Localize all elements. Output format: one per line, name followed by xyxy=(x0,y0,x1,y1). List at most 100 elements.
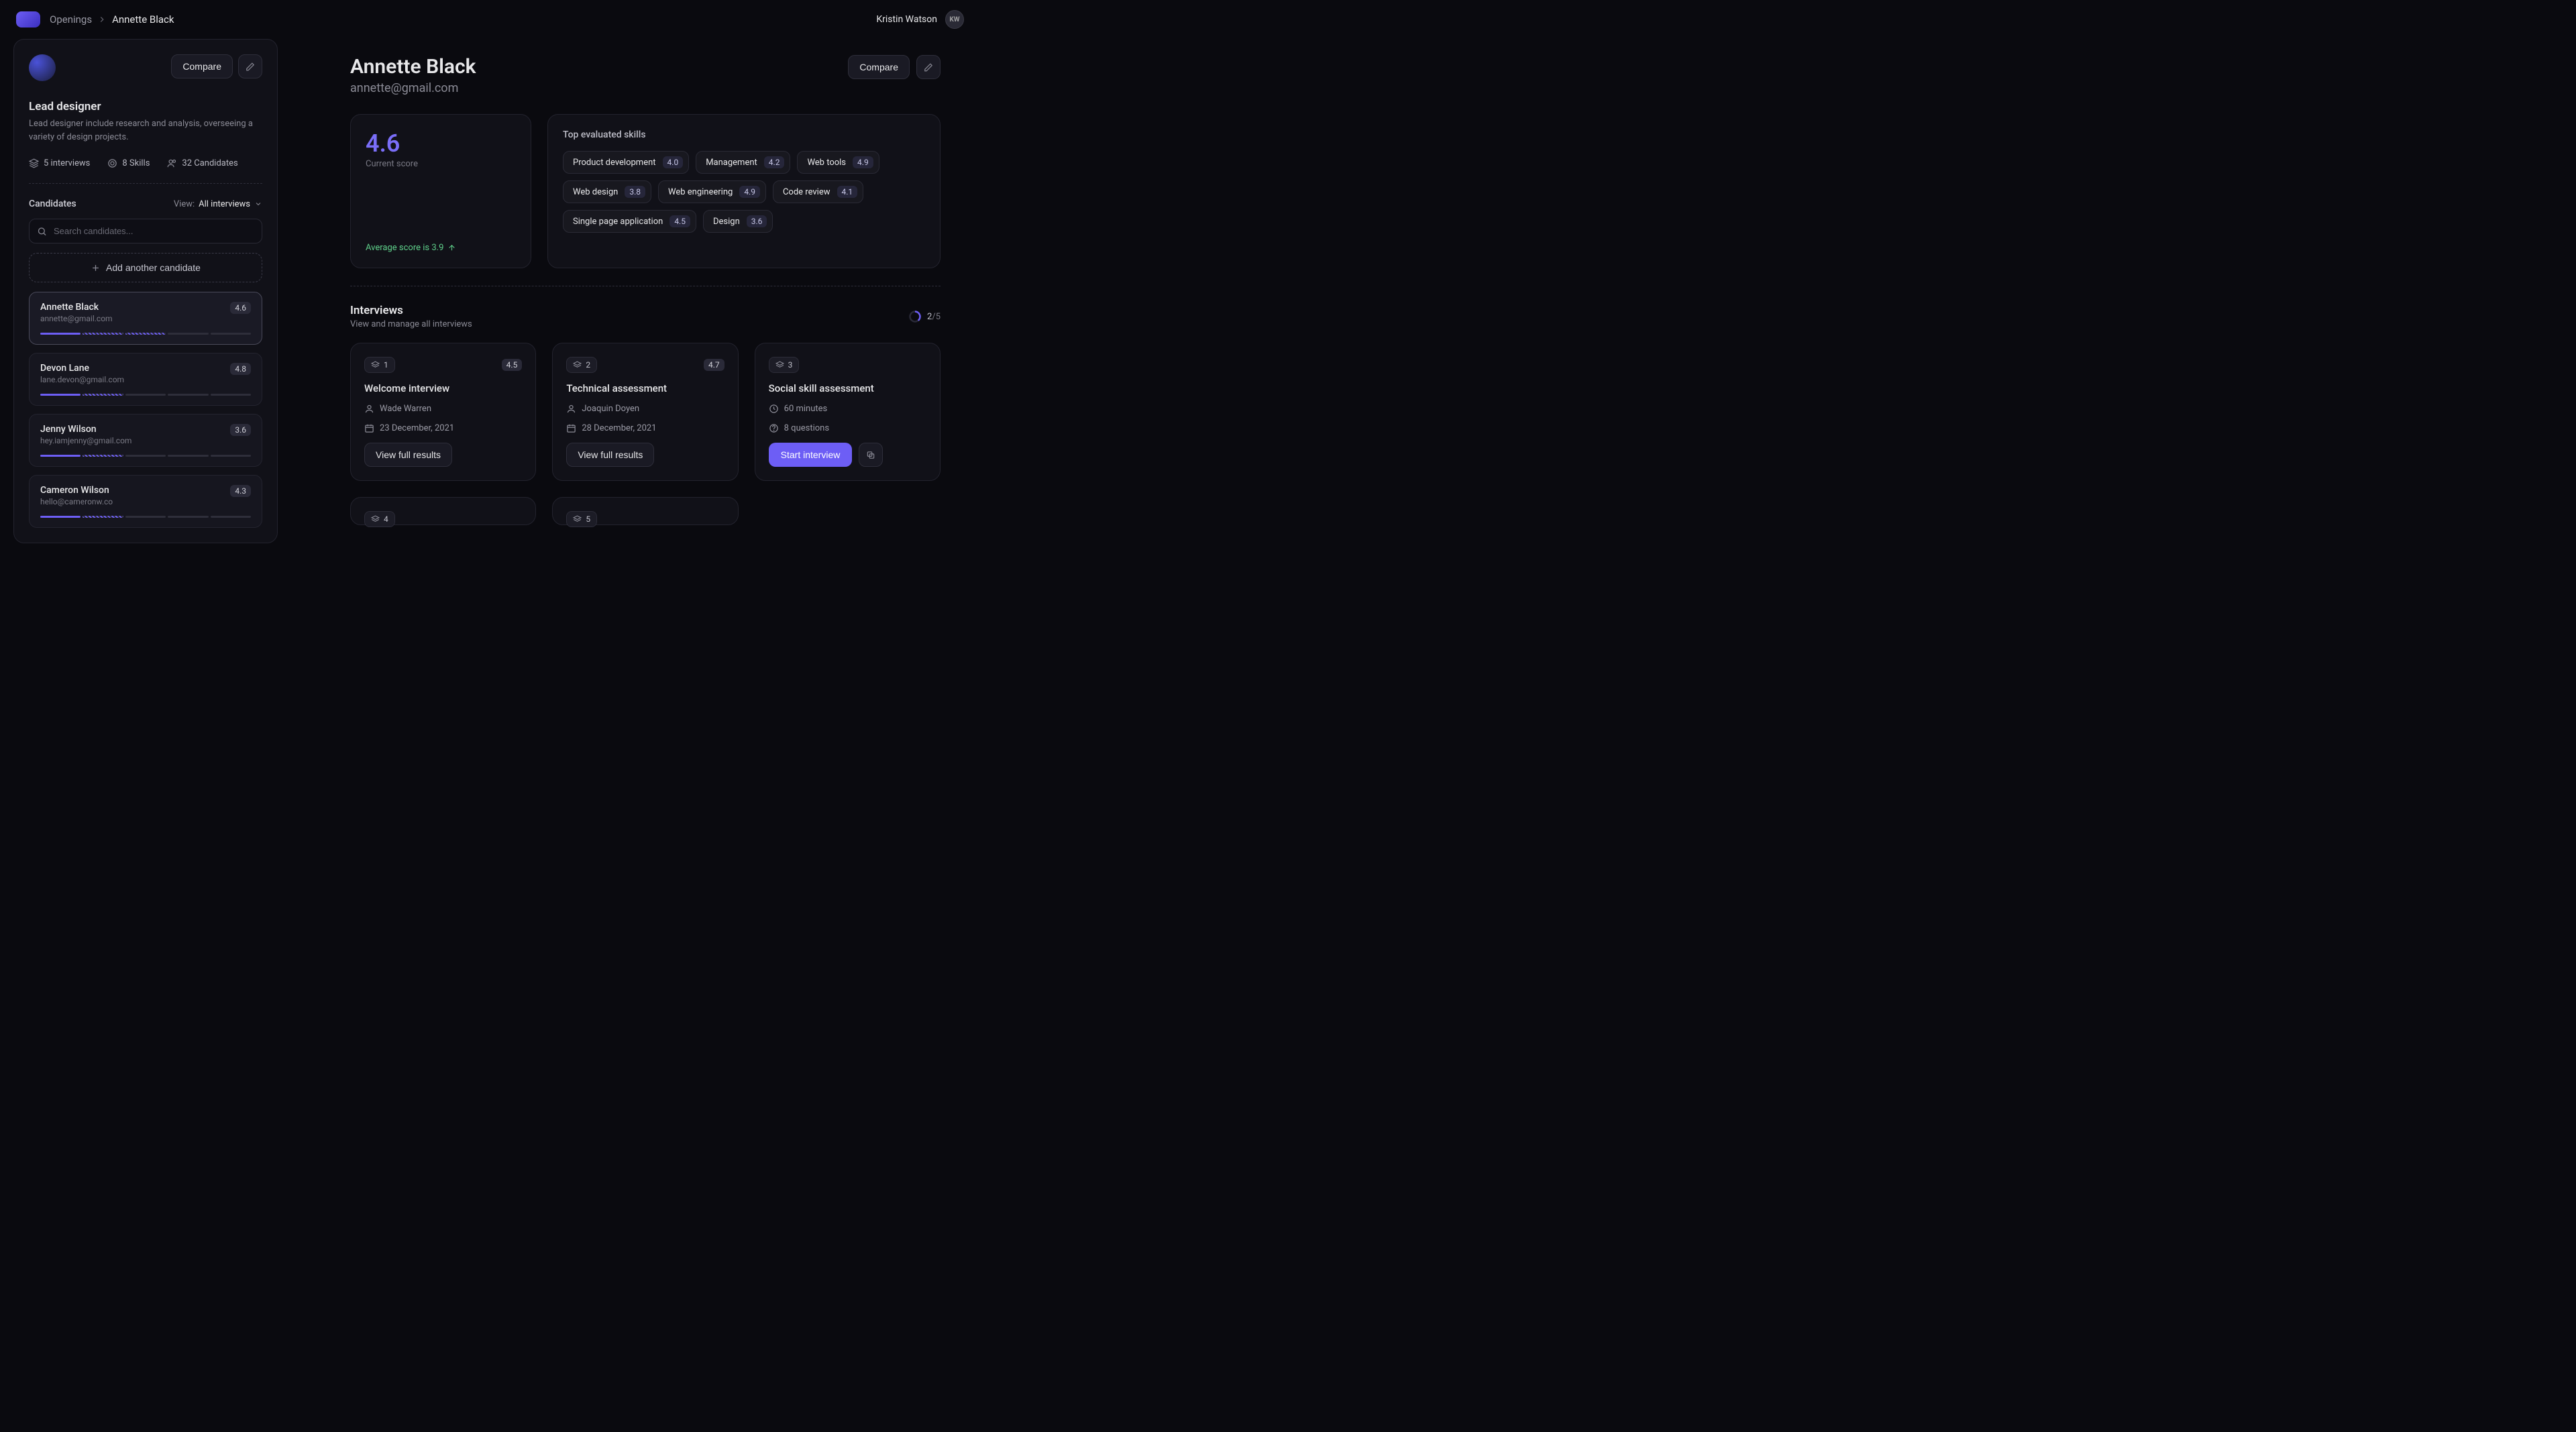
interviews-progress: 2/5 xyxy=(908,310,941,323)
skill-value: 4.1 xyxy=(837,186,858,198)
role-description: Lead designer include research and analy… xyxy=(29,117,262,144)
view-selector[interactable]: View: All interviews xyxy=(174,199,262,209)
step-badge: 5 xyxy=(566,511,597,527)
questions-row: 8 questions xyxy=(769,423,926,433)
view-results-button[interactable]: View full results xyxy=(364,443,452,467)
skill-chip: Management4.2 xyxy=(696,151,790,174)
interview-card: 3 Social skill assessment 60 minutes 8 q… xyxy=(755,343,941,481)
stat-interviews: 5 interviews xyxy=(29,158,90,168)
candidate-email: hey.iamjenny@gmail.com xyxy=(40,436,131,445)
progress-ring-icon xyxy=(908,310,922,323)
interview-title: Social skill assessment xyxy=(769,382,926,394)
skills-heading: Top evaluated skills xyxy=(563,129,925,140)
skill-chip: Web design 3.8 xyxy=(563,180,651,203)
skill-chip: Web tools 4.9 xyxy=(797,151,879,174)
skill-value: 4.2 xyxy=(764,156,785,168)
view-value: All interviews xyxy=(199,199,250,209)
view-results-button[interactable]: View full results xyxy=(566,443,654,467)
stat-skills-label: 8 Skills xyxy=(122,158,150,168)
breadcrumb-root[interactable]: Openings xyxy=(50,13,92,25)
interview-card: 1 4.5 Welcome interview Wade Warren 23 D… xyxy=(350,343,536,481)
skill-label: Web tools xyxy=(807,158,846,168)
step-badge: 2 xyxy=(566,357,597,373)
target-icon xyxy=(107,158,117,168)
score-label: Current score xyxy=(366,159,516,169)
candidate-score: 3.6 xyxy=(230,424,251,436)
average-score-text: Average score is 3.9 xyxy=(366,243,443,253)
skill-label: Design xyxy=(713,217,740,227)
search-icon xyxy=(37,226,47,236)
layers-icon xyxy=(775,361,784,370)
calendar-icon xyxy=(364,423,374,433)
progress-segments xyxy=(40,394,251,396)
add-candidate-button[interactable]: Add another candidate xyxy=(29,253,262,282)
candidate-email: annette@gmail.com xyxy=(350,81,476,95)
question-icon xyxy=(769,423,779,433)
interviewer-row: Joaquin Doyen xyxy=(566,404,724,414)
skill-value: 4.5 xyxy=(669,215,690,227)
skill-chip: Single page application 4.5 xyxy=(563,210,696,233)
divider xyxy=(29,183,262,184)
interview-card: 2 4.7 Technical assessment Joaquin Doyen… xyxy=(552,343,738,481)
skill-chip: Design3.6 xyxy=(703,210,773,233)
stat-candidates-label: 32 Candidates xyxy=(182,158,237,168)
score-value: 4.6 xyxy=(366,129,516,158)
interviewer-row: Wade Warren xyxy=(364,404,522,414)
progress-segments xyxy=(40,455,251,457)
candidate-name: Jenny Wilson xyxy=(40,424,131,435)
candidate-card[interactable]: Devon Lane lane.devon@gmail.com 4.8 xyxy=(29,353,262,406)
candidate-name: Devon Lane xyxy=(40,363,124,374)
view-label: View: xyxy=(174,199,195,209)
layers-icon xyxy=(29,158,39,168)
skill-value: 4.9 xyxy=(853,156,873,168)
interviews-subheading: View and manage all interviews xyxy=(350,319,472,329)
search-input[interactable] xyxy=(29,219,262,243)
stat-skills: 8 Skills xyxy=(107,158,150,168)
skill-value: 3.8 xyxy=(625,186,645,198)
progress-total: /5 xyxy=(932,312,941,322)
date-row: 23 December, 2021 xyxy=(364,423,522,433)
plus-icon xyxy=(91,263,101,273)
candidate-email: annette@gmail.com xyxy=(40,314,113,323)
breadcrumb-current: Annette Black xyxy=(112,13,174,25)
app-logo[interactable] xyxy=(16,11,40,27)
duration-row: 60 minutes xyxy=(769,404,926,414)
role-title: Lead designer xyxy=(29,100,262,113)
candidate-email: lane.devon@gmail.com xyxy=(40,375,124,384)
user-icon xyxy=(364,404,374,414)
skill-chip: Product development4.0 xyxy=(563,151,689,174)
score-card: 4.6 Current score Average score is 3.9 xyxy=(350,114,531,268)
chevron-right-icon xyxy=(97,15,107,24)
breadcrumb: Openings Annette Black xyxy=(50,13,174,25)
step-badge: 4 xyxy=(364,511,395,527)
progress-segments xyxy=(40,333,251,335)
candidate-email: hello@cameronw.co xyxy=(40,497,113,506)
interview-title: Technical assessment xyxy=(566,382,724,394)
candidate-card[interactable]: Cameron Wilson hello@cameronw.co 4.3 xyxy=(29,475,262,528)
layers-icon xyxy=(371,515,380,524)
progress-segments xyxy=(40,516,251,518)
candidate-name: Annette Black xyxy=(350,55,476,78)
skill-label: Single page application xyxy=(573,217,663,227)
candidates-heading: Candidates xyxy=(29,199,76,209)
candidate-card[interactable]: Annette Black annette@gmail.com 4.6 xyxy=(29,292,262,345)
edit-candidate-button[interactable] xyxy=(916,55,941,79)
compare-button[interactable]: Compare xyxy=(171,54,233,78)
skill-label: Web design xyxy=(573,187,618,197)
avatar[interactable]: KW xyxy=(945,10,964,29)
average-score-row: Average score is 3.9 xyxy=(366,243,516,253)
compare-button[interactable]: Compare xyxy=(848,55,910,79)
start-interview-button[interactable]: Start interview xyxy=(769,443,853,467)
skill-label: Code review xyxy=(783,187,830,197)
candidate-card[interactable]: Jenny Wilson hey.iamjenny@gmail.com 3.6 xyxy=(29,414,262,467)
candidate-score: 4.6 xyxy=(230,302,251,314)
calendar-icon xyxy=(566,423,576,433)
layers-icon xyxy=(573,515,582,524)
pencil-icon xyxy=(924,62,933,72)
pencil-icon xyxy=(246,62,255,72)
copy-button[interactable] xyxy=(859,443,883,467)
stat-candidates: 32 Candidates xyxy=(167,158,237,168)
interview-score: 4.7 xyxy=(704,359,724,371)
interview-title: Welcome interview xyxy=(364,382,522,394)
edit-role-button[interactable] xyxy=(238,54,262,78)
